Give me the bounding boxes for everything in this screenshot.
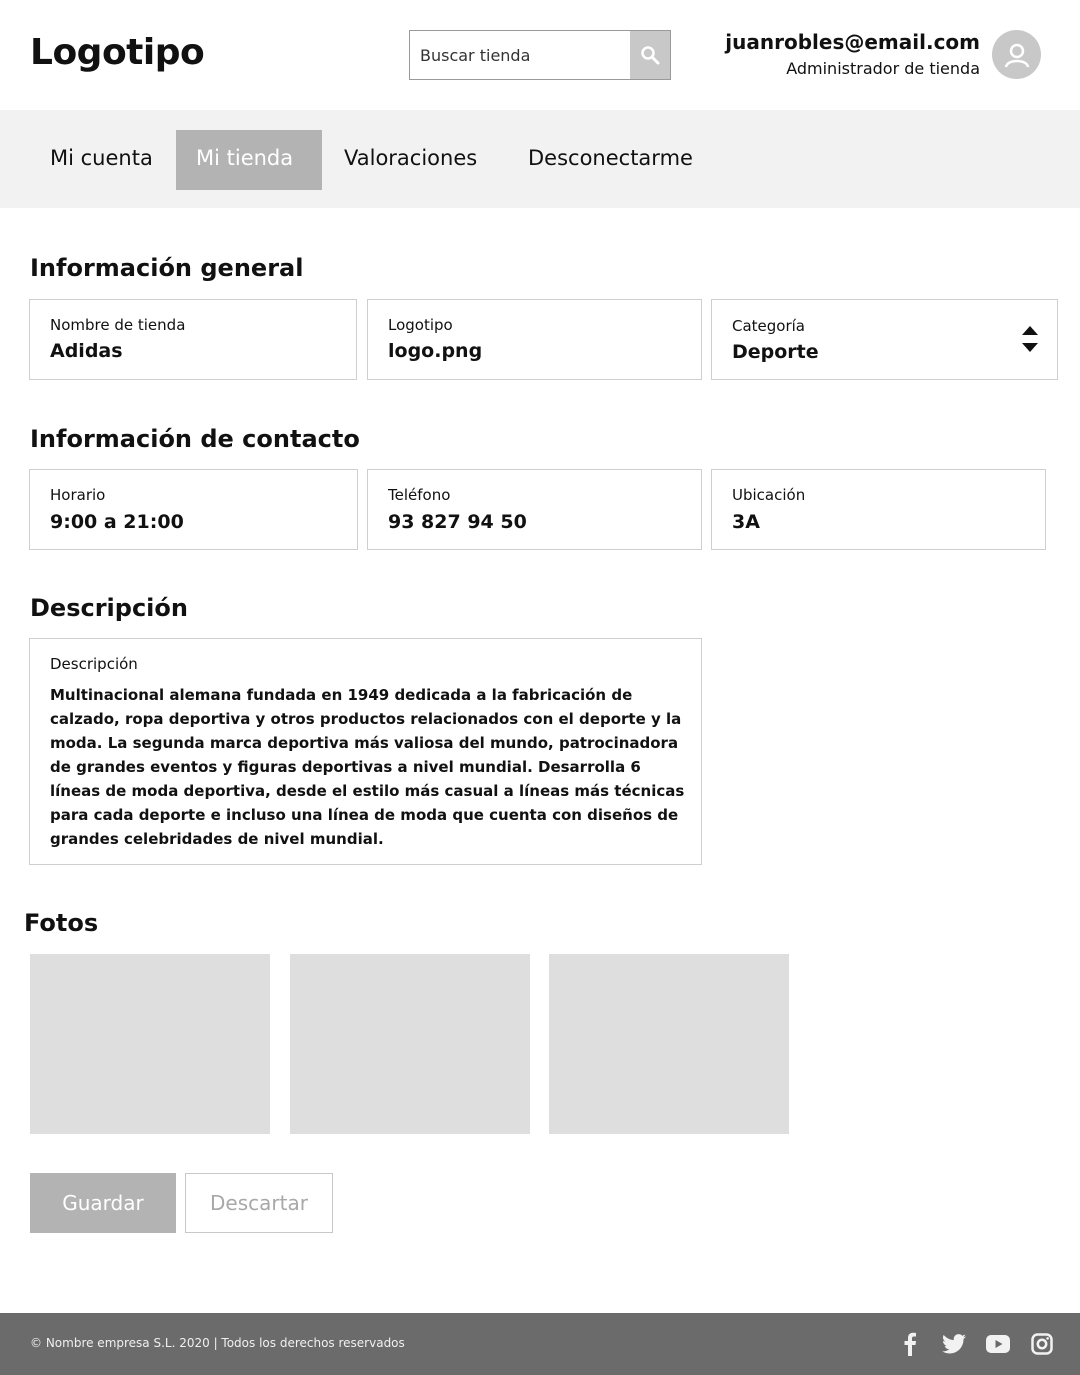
store-name-label: Nombre de tienda <box>50 316 186 334</box>
search-icon <box>641 46 660 65</box>
instagram-icon <box>1031 1333 1053 1355</box>
avatar[interactable] <box>992 30 1041 79</box>
logo[interactable]: Logotipo <box>30 32 205 73</box>
twitter-icon <box>942 1334 966 1354</box>
location-value: 3A <box>732 511 760 533</box>
footer: © Nombre empresa S.L. 2020 | Todos los d… <box>0 1313 1080 1375</box>
photo-placeholder-1[interactable] <box>30 954 270 1134</box>
youtube-link[interactable] <box>984 1330 1012 1358</box>
user-email: juanrobles@email.com <box>725 30 980 54</box>
photo-placeholder-2[interactable] <box>290 954 530 1134</box>
section-title-photos: Fotos <box>24 909 99 937</box>
category-select[interactable]: Categoría Deporte <box>711 299 1058 380</box>
description-field[interactable]: Descripción Multinacional alemana fundad… <box>29 638 702 865</box>
select-arrows-icon <box>1022 326 1038 352</box>
main-nav: Mi cuenta Mi tienda Valoraciones Descone… <box>0 110 1080 208</box>
store-name-value: Adidas <box>50 340 123 362</box>
schedule-value: 9:00 a 21:00 <box>50 511 184 533</box>
description-text: Multinacional alemana fundada en 1949 de… <box>50 686 685 848</box>
location-field[interactable]: Ubicación 3A <box>711 469 1046 550</box>
nav-item-mi-cuenta[interactable]: Mi cuenta <box>30 130 173 190</box>
logo-value: logo.png <box>388 340 483 362</box>
store-name-field[interactable]: Nombre de tienda Adidas <box>29 299 357 380</box>
category-label: Categoría <box>732 317 806 335</box>
phone-label: Teléfono <box>388 486 451 504</box>
location-label: Ubicación <box>732 486 806 504</box>
user-icon <box>1004 43 1029 67</box>
twitter-link[interactable] <box>940 1330 968 1358</box>
nav-item-valoraciones[interactable]: Valoraciones <box>324 130 497 190</box>
phone-field[interactable]: Teléfono 93 827 94 50 <box>367 469 702 550</box>
user-role: Administrador de tienda <box>786 59 980 78</box>
discard-button[interactable]: Descartar <box>185 1173 333 1233</box>
save-button[interactable]: Guardar <box>30 1173 176 1233</box>
phone-value: 93 827 94 50 <box>388 511 527 533</box>
instagram-link[interactable] <box>1028 1330 1056 1358</box>
nav-item-desconectarme[interactable]: Desconectarme <box>508 130 713 190</box>
search-input[interactable] <box>410 31 630 79</box>
logo-field[interactable]: Logotipo logo.png <box>367 299 702 380</box>
section-title-description: Descripción <box>30 594 188 622</box>
search-button[interactable] <box>630 31 670 79</box>
youtube-icon <box>986 1335 1010 1353</box>
schedule-label: Horario <box>50 486 106 504</box>
section-title-contact: Información de contacto <box>30 425 360 453</box>
header: Logotipo juanrobles@email.com Administra… <box>0 0 1080 110</box>
photo-placeholder-3[interactable] <box>549 954 789 1134</box>
section-title-general: Información general <box>30 254 304 282</box>
description-label: Descripción <box>50 655 138 673</box>
nav-item-mi-tienda[interactable]: Mi tienda <box>176 130 322 190</box>
schedule-field[interactable]: Horario 9:00 a 21:00 <box>29 469 358 550</box>
facebook-link[interactable] <box>896 1330 924 1358</box>
category-value: Deporte <box>732 341 819 363</box>
footer-copyright: © Nombre empresa S.L. 2020 | Todos los d… <box>30 1336 405 1350</box>
logo-label: Logotipo <box>388 316 453 334</box>
facebook-icon <box>904 1332 916 1356</box>
search-box <box>409 30 671 80</box>
